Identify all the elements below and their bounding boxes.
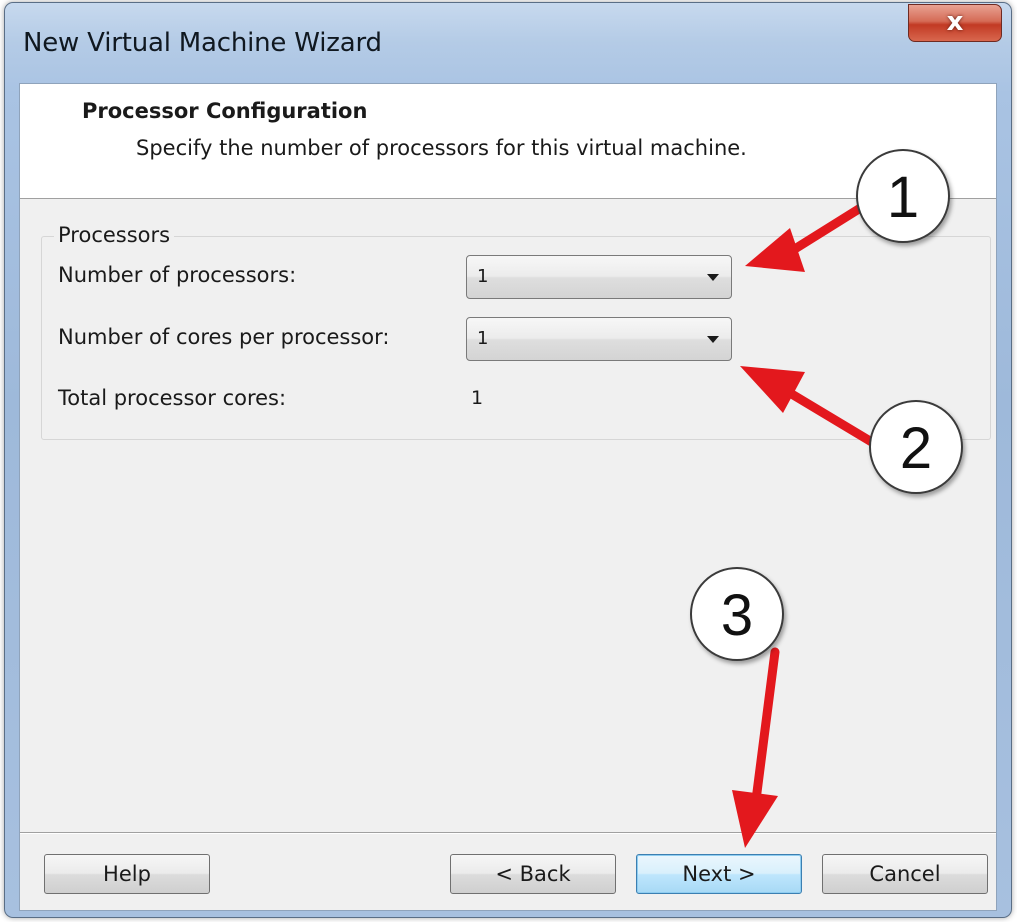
cores-per-processor-dropdown[interactable]: 1 xyxy=(466,317,732,361)
total-cores-value: 1 xyxy=(471,387,484,409)
chevron-down-icon xyxy=(707,336,719,343)
window-title: New Virtual Machine Wizard xyxy=(23,28,382,58)
cancel-button[interactable]: Cancel xyxy=(822,854,988,894)
title-bar[interactable]: New Virtual Machine Wizard x xyxy=(5,3,1011,83)
close-icon: x xyxy=(946,7,964,37)
help-button[interactable]: Help xyxy=(44,854,210,894)
wizard-header: Processor Configuration Specify the numb… xyxy=(20,84,996,199)
num-processors-value: 1 xyxy=(477,266,489,287)
footer-divider xyxy=(20,832,996,834)
cores-per-processor-label: Number of cores per processor: xyxy=(58,325,390,349)
chevron-down-icon xyxy=(707,274,719,281)
page-subtitle: Specify the number of processors for thi… xyxy=(136,136,747,160)
num-processors-dropdown[interactable]: 1 xyxy=(466,255,732,299)
wizard-client-area: Processor Configuration Specify the numb… xyxy=(19,83,997,911)
close-button[interactable]: x xyxy=(908,4,1002,42)
next-button[interactable]: Next > xyxy=(636,854,802,894)
wizard-window: New Virtual Machine Wizard x Processor C… xyxy=(4,2,1012,918)
back-button[interactable]: < Back xyxy=(450,854,616,894)
cores-per-processor-value: 1 xyxy=(477,328,489,349)
processors-group-label: Processors xyxy=(54,223,175,247)
total-cores-label: Total processor cores: xyxy=(58,386,287,410)
num-processors-label: Number of processors: xyxy=(58,263,297,287)
page-title: Processor Configuration xyxy=(82,99,368,123)
screenshot-page: New Virtual Machine Wizard x Processor C… xyxy=(0,0,1017,922)
